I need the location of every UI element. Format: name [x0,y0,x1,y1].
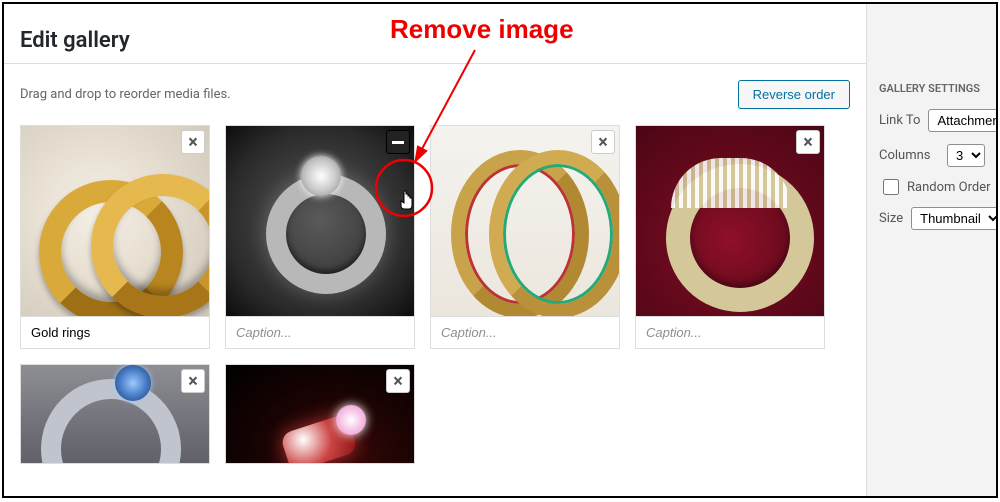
size-label: Size [879,211,903,226]
columns-select[interactable]: 3 [947,144,985,167]
size-select[interactable]: Thumbnail [911,207,996,230]
remove-image-button[interactable]: × [591,130,615,154]
close-icon: × [188,132,198,153]
caption-input[interactable] [226,317,414,348]
settings-sidebar: GALLERY SETTINGS Link To Attachment Page… [866,4,996,496]
reverse-order-button[interactable]: Reverse order [738,80,850,109]
thumbnail[interactable]: × [21,365,209,464]
thumbnail[interactable]: × [431,126,619,316]
caption-input[interactable] [21,317,209,348]
random-order-checkbox[interactable] [883,179,899,195]
close-icon: × [598,132,608,153]
gallery-item[interactable]: × [20,125,210,349]
thumbnail[interactable]: × [21,126,209,316]
thumbnail[interactable]: × [636,126,824,316]
link-to-label: Link To [879,113,920,128]
gallery-item[interactable]: × [20,364,210,464]
remove-image-button[interactable] [386,130,410,154]
link-to-select[interactable]: Attachment Page [928,109,996,132]
gallery-item[interactable]: × [430,125,620,349]
toolbar: Drag and drop to reorder media files. Re… [4,64,866,125]
remove-image-button[interactable]: × [181,130,205,154]
thumbnail[interactable] [226,126,414,316]
close-icon: × [803,132,813,153]
page-title: Edit gallery [20,28,850,53]
gallery-item[interactable]: × [635,125,825,349]
remove-image-button[interactable]: × [796,130,820,154]
gallery-grid: × × × [4,125,866,480]
thumbnail[interactable]: × [226,365,414,464]
caption-input[interactable] [636,317,824,348]
gallery-item[interactable]: × [225,364,415,464]
sidebar-heading: GALLERY SETTINGS [879,82,996,95]
remove-image-button[interactable]: × [386,369,410,393]
caption-input[interactable] [431,317,619,348]
remove-image-button[interactable]: × [181,369,205,393]
gallery-item[interactable] [225,125,415,349]
header: Edit gallery [4,4,866,64]
reorder-hint: Drag and drop to reorder media files. [20,87,231,102]
close-icon: × [393,371,403,392]
columns-label: Columns [879,148,939,163]
close-icon: × [188,371,198,392]
random-order-label: Random Order [907,180,991,195]
